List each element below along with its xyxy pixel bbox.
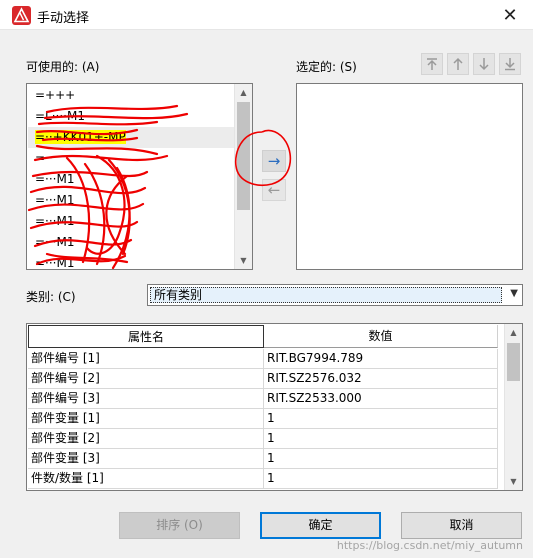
list-item[interactable]: =···M1 [28, 232, 235, 253]
list-item[interactable]: =···M1 [28, 253, 235, 269]
move-down-icon [479, 58, 489, 71]
category-label: 类别: (C) [26, 290, 76, 304]
list-item-label: =··+KK01+-MP [35, 130, 126, 144]
app-logo-icon [12, 6, 31, 25]
list-item[interactable]: =···M1 [28, 211, 235, 232]
selected-list[interactable] [296, 83, 523, 270]
table-cell-value[interactable]: RIT.SZ2576.032 [264, 369, 498, 389]
table-cell-name[interactable]: 部件变量 [3] [28, 449, 264, 469]
arrow-left-icon: ← [267, 181, 281, 199]
table-cell-value[interactable]: 1 [264, 429, 498, 449]
add-to-selected-button[interactable]: → [262, 150, 286, 172]
selected-label: 选定的: (S) [296, 60, 357, 74]
table-cell-name[interactable]: 部件编号 [3] [28, 389, 264, 409]
table-cell-name[interactable]: 部件变量 [1] [28, 409, 264, 429]
properties-table-scrollbar[interactable]: ▲ ▼ [504, 324, 522, 490]
close-button[interactable]: ✕ [487, 0, 533, 30]
arrow-right-icon: → [267, 152, 281, 170]
move-up-button[interactable] [447, 53, 469, 75]
table-cell-name[interactable]: 件数/数量 [1] [28, 469, 264, 489]
category-select-value: 所有类别 [150, 287, 502, 303]
available-list[interactable]: =+++ =L····M1 =··+KK01+-MP =·· =···M1 =·… [26, 83, 253, 270]
move-up-icon [453, 57, 463, 70]
title-bar: 手动选择 ✕ [0, 0, 533, 30]
column-header-property-name[interactable]: 属性名 [28, 325, 264, 348]
ok-button[interactable]: 确定 [260, 512, 381, 539]
table-cell-name[interactable]: 部件编号 [1] [28, 349, 264, 369]
scroll-up-icon[interactable]: ▲ [505, 324, 522, 341]
watermark: https://blog.csdn.net/miy_autumn [336, 539, 523, 552]
close-icon: ✕ [502, 4, 518, 26]
table-cell-value[interactable]: RIT.BG7994.789 [264, 349, 498, 369]
sort-button[interactable]: 排序 (O) [119, 512, 240, 539]
table-cell-name[interactable]: 部件编号 [2] [28, 369, 264, 389]
list-item[interactable]: =···M1 [28, 190, 235, 211]
window-title: 手动选择 [37, 11, 90, 26]
table-cell-value[interactable]: 1 [264, 469, 498, 489]
available-list-scrollbar[interactable]: ▲ ▼ [234, 84, 252, 269]
move-down-button[interactable] [473, 53, 495, 75]
move-bottom-icon [505, 58, 515, 71]
move-top-icon [427, 58, 437, 70]
category-select[interactable]: 所有类别 ▼ [147, 284, 523, 306]
column-header-value[interactable]: 数值 [264, 325, 498, 348]
scroll-down-icon[interactable]: ▼ [505, 473, 522, 490]
properties-table[interactable]: 属性名 数值 部件编号 [1] RIT.BG7994.789 部件编号 [2] … [26, 323, 523, 491]
scroll-up-icon[interactable]: ▲ [235, 84, 252, 101]
cancel-button[interactable]: 取消 [401, 512, 522, 539]
move-top-button[interactable] [421, 53, 443, 75]
table-cell-value[interactable]: 1 [264, 409, 498, 429]
remove-from-selected-button[interactable]: ← [262, 179, 286, 201]
list-item-selected[interactable]: =··+KK01+-MP [28, 127, 235, 148]
list-item[interactable]: =···M1 [28, 169, 235, 190]
available-label: 可使用的: (A) [26, 60, 100, 74]
move-bottom-button[interactable] [499, 53, 521, 75]
table-cell-value[interactable]: 1 [264, 449, 498, 469]
scroll-down-icon[interactable]: ▼ [235, 252, 252, 269]
table-cell-name[interactable]: 部件变量 [2] [28, 429, 264, 449]
chevron-down-icon: ▼ [510, 288, 518, 299]
list-item[interactable]: =L····M1 [28, 106, 235, 127]
scroll-thumb[interactable] [507, 343, 520, 381]
table-cell-value[interactable]: RIT.SZ2533.000 [264, 389, 498, 409]
list-item[interactable]: =+++ [28, 85, 235, 106]
scroll-thumb[interactable] [237, 102, 250, 210]
list-item[interactable]: =·· [28, 148, 235, 169]
